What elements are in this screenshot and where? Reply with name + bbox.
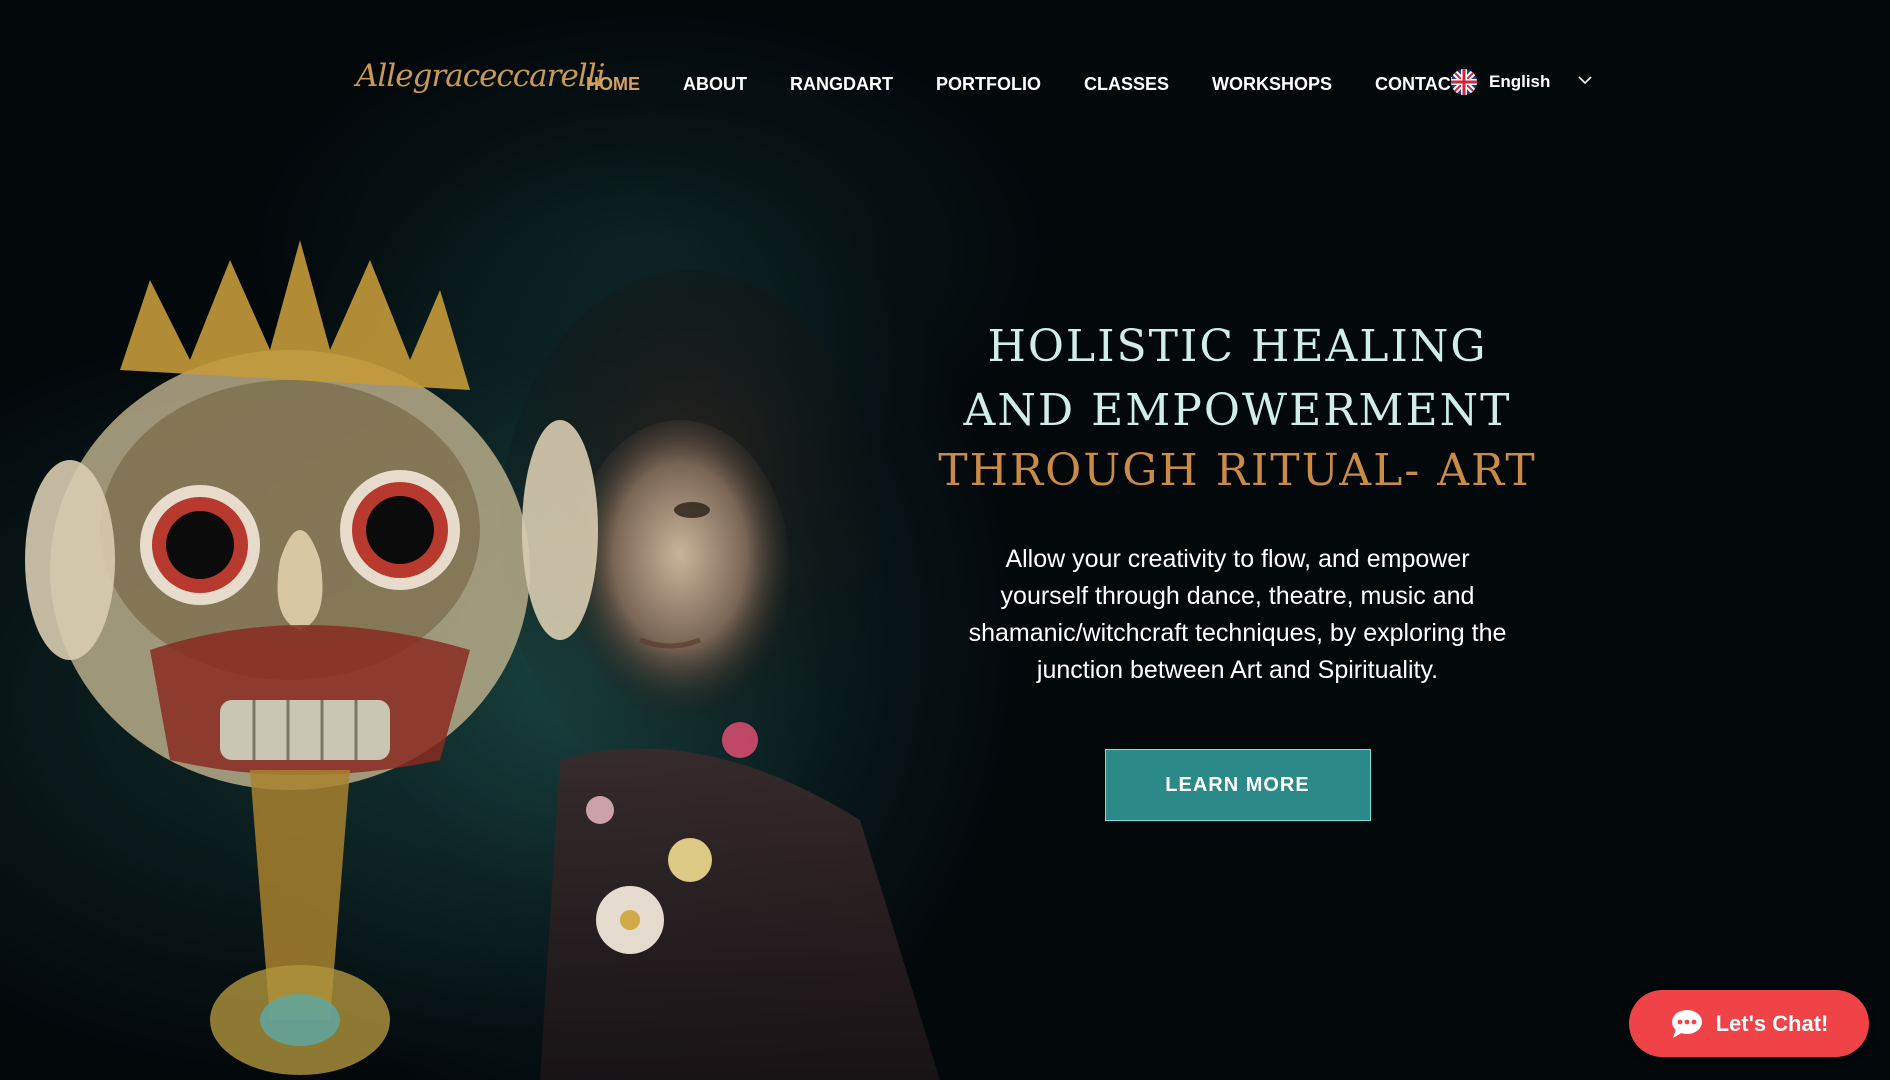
nav-item-home[interactable]: HOME: [586, 74, 640, 95]
site-logo[interactable]: Allegraceccarelli: [356, 58, 606, 94]
hero-image: [25, 240, 940, 1080]
learn-more-button[interactable]: LEARN MORE: [1104, 749, 1371, 821]
headline-line-1: HOLISTIC HEALING: [987, 321, 1488, 372]
nav-item-portfolio[interactable]: PORTFOLIO: [936, 74, 1041, 95]
hero-content: HOLISTIC HEALING AND EMPOWERMENT THROUGH…: [930, 315, 1545, 821]
chat-label: Let's Chat!: [1715, 1010, 1829, 1036]
page: Allegraceccarelli HOME ABOUT RANGDART PO…: [0, 0, 1890, 1080]
main-nav: HOME ABOUT RANGDART PORTFOLIO CLASSES WO…: [586, 74, 1462, 95]
headline-line-2: AND EMPOWERMENT: [963, 385, 1512, 436]
uk-flag-icon: [1451, 69, 1477, 95]
headline-line-3: THROUGH RITUAL- ART: [938, 445, 1537, 496]
nav-item-contact[interactable]: CONTACT: [1375, 74, 1462, 95]
language-label: English: [1489, 72, 1551, 91]
hero-subtext: Allow your creativity to flow, and empow…: [968, 545, 1507, 684]
language-selector[interactable]: English: [1451, 69, 1592, 95]
nav-item-rangdart[interactable]: RANGDART: [790, 74, 893, 95]
nav-item-workshops[interactable]: WORKSHOPS: [1212, 74, 1332, 95]
mask-figure: [25, 240, 598, 1075]
site-header: Allegraceccarelli HOME ABOUT RANGDART PO…: [0, 0, 1890, 170]
nav-item-classes[interactable]: CLASSES: [1084, 74, 1169, 95]
chevron-down-icon[interactable]: [1577, 72, 1593, 88]
nav-item-about[interactable]: ABOUT: [683, 74, 747, 95]
chat-bubble-icon: [1671, 1009, 1702, 1038]
chat-button[interactable]: Let's Chat!: [1629, 990, 1869, 1057]
